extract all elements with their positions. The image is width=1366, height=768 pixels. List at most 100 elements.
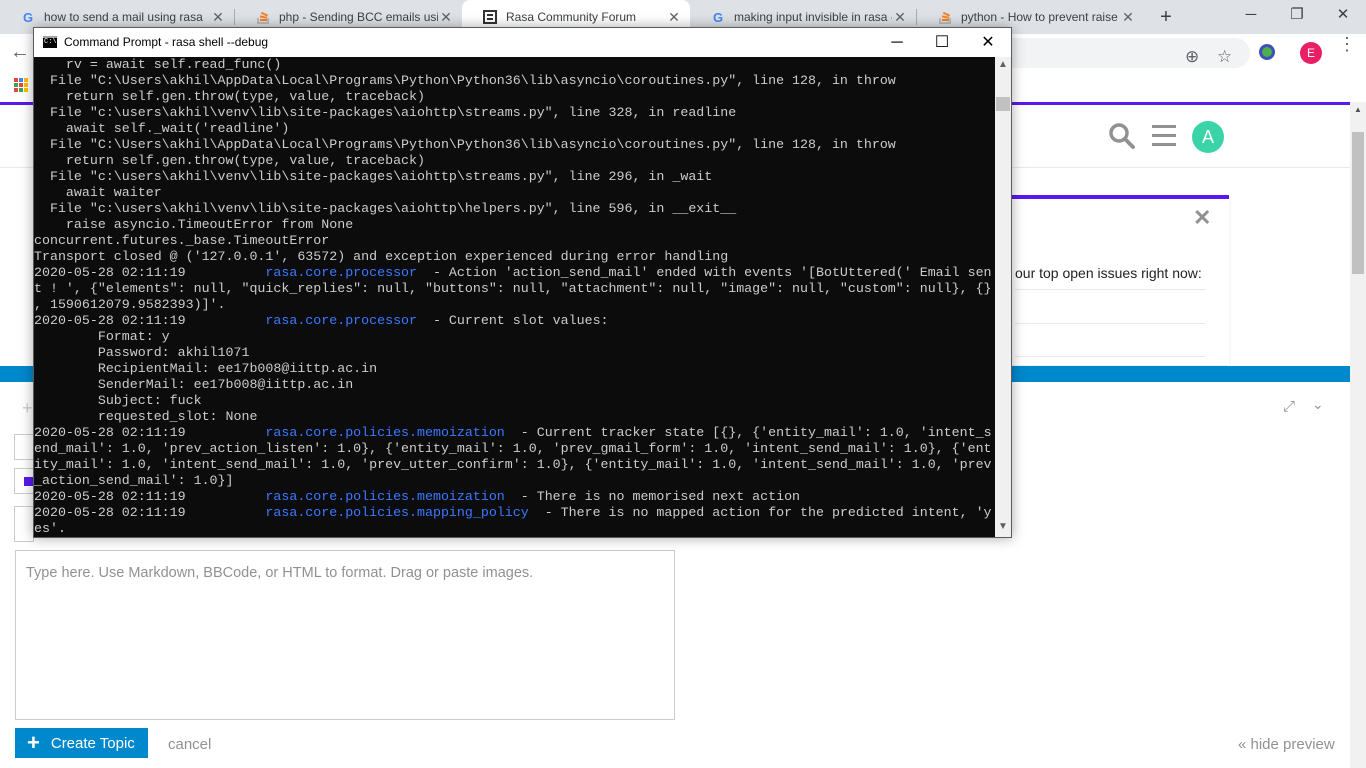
close-icon[interactable]: ✕ bbox=[965, 28, 1011, 57]
tab-close-icon[interactable]: ✕ bbox=[892, 9, 908, 25]
hide-preview-link[interactable]: « hide preview bbox=[1238, 736, 1335, 753]
user-avatar[interactable]: A bbox=[1192, 121, 1224, 153]
new-tab-icon[interactable]: + bbox=[1154, 5, 1178, 29]
scrollbar-thumb[interactable] bbox=[996, 97, 1010, 111]
console-line: es'. bbox=[34, 521, 995, 537]
console-line: 2020-05-28 02:11:19 rasa.core.policies.m… bbox=[34, 425, 995, 441]
back-arrow-icon[interactable]: ← bbox=[10, 41, 30, 64]
tab-title: making input invisible in rasa - bbox=[734, 10, 892, 24]
console-line: await waiter bbox=[34, 185, 995, 201]
tab-title: how to send a mail using rasa bbox=[44, 10, 203, 24]
notice-text: our top open issues right now: bbox=[1015, 265, 1202, 281]
cancel-link[interactable]: cancel bbox=[168, 736, 211, 753]
console-segment: t ! ', {"elements": null, "quick_replies… bbox=[34, 281, 992, 296]
console-segment: ity_mail': 1.0, 'intent_send_mail': 1.0,… bbox=[34, 457, 992, 472]
console-output[interactable]: rv = await self.read_func() File "C:\Use… bbox=[34, 57, 995, 537]
logger-name: rasa.core.policies.memoization bbox=[265, 489, 505, 504]
fullscreen-icon[interactable]: ⤢ bbox=[1283, 398, 1295, 415]
create-topic-label: Create Topic bbox=[50, 734, 135, 752]
console-segment: rv = await self.read_func() bbox=[34, 57, 282, 72]
star-icon[interactable]: ☆ bbox=[1217, 47, 1232, 67]
console-line: 2020-05-28 02:11:19 rasa.core.processor … bbox=[34, 265, 995, 281]
console-segment: 2020-05-28 02:11:19 bbox=[34, 425, 266, 440]
console-segment: File "c:\users\akhil\venv\lib\site-packa… bbox=[34, 105, 737, 120]
minimize-icon[interactable]: ─ bbox=[1228, 0, 1274, 30]
console-segment: File "c:\users\akhil\venv\lib\site-packa… bbox=[34, 169, 713, 184]
console-segment: File "C:\Users\akhil\AppData\Local\Progr… bbox=[34, 73, 896, 88]
search-icon[interactable] bbox=[1108, 122, 1136, 153]
scrollbar-thumb[interactable] bbox=[1352, 132, 1364, 274]
tab-close-icon[interactable]: ✕ bbox=[210, 9, 226, 25]
console-text: rv = await self.read_func() File "C:\Use… bbox=[34, 57, 995, 537]
console-segment: , 1590612079.9582393)]'. bbox=[34, 297, 226, 312]
restore-icon[interactable]: ❐ bbox=[1274, 0, 1320, 30]
console-line: 2020-05-28 02:11:19 rasa.core.policies.m… bbox=[34, 489, 995, 505]
address-bar[interactable]: ⊕ ☆ bbox=[1010, 38, 1250, 68]
console-segment: File "c:\users\akhil\venv\lib\site-packa… bbox=[34, 201, 737, 216]
tab-close-icon[interactable]: ✕ bbox=[666, 9, 682, 25]
chevron-down-icon[interactable]: ⌄ bbox=[1312, 396, 1324, 413]
console-line: Format: y bbox=[34, 329, 995, 345]
minimize-icon[interactable]: ─ bbox=[874, 28, 920, 57]
console-segment: 2020-05-28 02:11:19 bbox=[34, 489, 266, 504]
console-line: ity_mail': 1.0, 'intent_send_mail': 1.0,… bbox=[34, 457, 995, 473]
console-line: RecipientMail: ee17b008@iittp.ac.in bbox=[34, 361, 995, 377]
cmd-icon: C:\ bbox=[43, 36, 57, 48]
console-line: 2020-05-28 02:11:19 rasa.core.processor … bbox=[34, 313, 995, 329]
console-line: _action_send_mail': 1.0}] bbox=[34, 473, 995, 489]
console-line: File "C:\Users\akhil\AppData\Local\Progr… bbox=[34, 73, 995, 89]
console-line: File "C:\Users\akhil\AppData\Local\Progr… bbox=[34, 137, 995, 153]
hamburger-menu-icon[interactable] bbox=[1152, 125, 1176, 152]
scroll-up-icon[interactable]: ▲ bbox=[1354, 105, 1362, 114]
scroll-up-icon[interactable]: ▲ bbox=[998, 59, 1008, 70]
command-prompt-window[interactable]: C:\ Command Prompt - rasa shell --debug … bbox=[33, 27, 1012, 538]
logger-name: rasa.core.processor bbox=[265, 313, 418, 328]
console-segment: 2020-05-28 02:11:19 bbox=[34, 313, 266, 328]
google-icon: G bbox=[22, 9, 34, 25]
scroll-down-icon[interactable]: ▼ bbox=[998, 521, 1008, 532]
title-input[interactable] bbox=[14, 434, 34, 460]
console-segment: await self._wait('readline') bbox=[34, 121, 290, 136]
plus-icon: + bbox=[27, 730, 40, 755]
console-segment: - Current tracker state [{}, {'entity_ma… bbox=[504, 425, 992, 440]
console-line: Password: akhil1071 bbox=[34, 345, 995, 361]
extension-icon[interactable] bbox=[1259, 44, 1275, 60]
chrome-menu-icon[interactable]: ⋮ bbox=[1338, 35, 1356, 53]
maximize-icon[interactable]: ☐ bbox=[919, 28, 965, 57]
console-segment: await waiter bbox=[34, 185, 162, 200]
console-segment: Transport closed @ ('127.0.0.1', 63572) … bbox=[34, 249, 729, 264]
cmd-titlebar[interactable]: C:\ Command Prompt - rasa shell --debug … bbox=[34, 28, 1011, 57]
close-icon[interactable]: ✕ bbox=[1193, 205, 1211, 231]
console-segment: concurrent.futures._base.TimeoutError bbox=[34, 233, 330, 248]
post-editor[interactable]: Type here. Use Markdown, BBCode, or HTML… bbox=[15, 550, 675, 720]
console-line: rv = await self.read_func() bbox=[34, 57, 995, 73]
console-line: concurrent.futures._base.TimeoutError bbox=[34, 233, 995, 249]
category-select[interactable] bbox=[14, 468, 34, 494]
apps-grid-icon[interactable] bbox=[14, 78, 28, 92]
console-segment: return self.gen.throw(type, value, trace… bbox=[34, 89, 425, 104]
console-segment: _action_send_mail': 1.0}] bbox=[34, 473, 234, 488]
tags-input[interactable] bbox=[14, 506, 34, 542]
console-segment: return self.gen.throw(type, value, trace… bbox=[34, 153, 425, 168]
cmd-scrollbar[interactable]: ▲ ▼ bbox=[995, 57, 1011, 537]
console-segment: - Action 'action_send_mail' ended with e… bbox=[417, 265, 992, 280]
add-circle-icon[interactable]: ⊕ bbox=[1185, 47, 1199, 67]
google-icon: G bbox=[712, 9, 724, 25]
console-segment: SenderMail: ee17b008@iittp.ac.in bbox=[34, 377, 354, 392]
cmd-title: Command Prompt - rasa shell --debug bbox=[64, 35, 269, 49]
close-window-icon[interactable]: ✕ bbox=[1320, 0, 1366, 30]
divider bbox=[1015, 323, 1205, 324]
console-line: return self.gen.throw(type, value, trace… bbox=[34, 89, 995, 105]
console-line: t ! ', {"elements": null, "quick_replies… bbox=[34, 281, 995, 297]
tab-close-icon[interactable]: ✕ bbox=[1120, 9, 1136, 25]
divider bbox=[1015, 289, 1205, 290]
console-segment: raise asyncio.TimeoutError from None bbox=[34, 217, 354, 232]
page-scrollbar[interactable]: ▲ bbox=[1350, 102, 1366, 768]
console-segment: es'. bbox=[34, 521, 66, 536]
logger-name: rasa.core.policies.mapping_policy bbox=[265, 505, 529, 520]
plus-icon[interactable]: + bbox=[22, 398, 33, 419]
divider bbox=[1015, 356, 1205, 357]
create-topic-button[interactable]: + Create Topic bbox=[15, 728, 148, 758]
profile-avatar[interactable]: E bbox=[1300, 42, 1322, 64]
tab-close-icon[interactable]: ✕ bbox=[438, 9, 454, 25]
